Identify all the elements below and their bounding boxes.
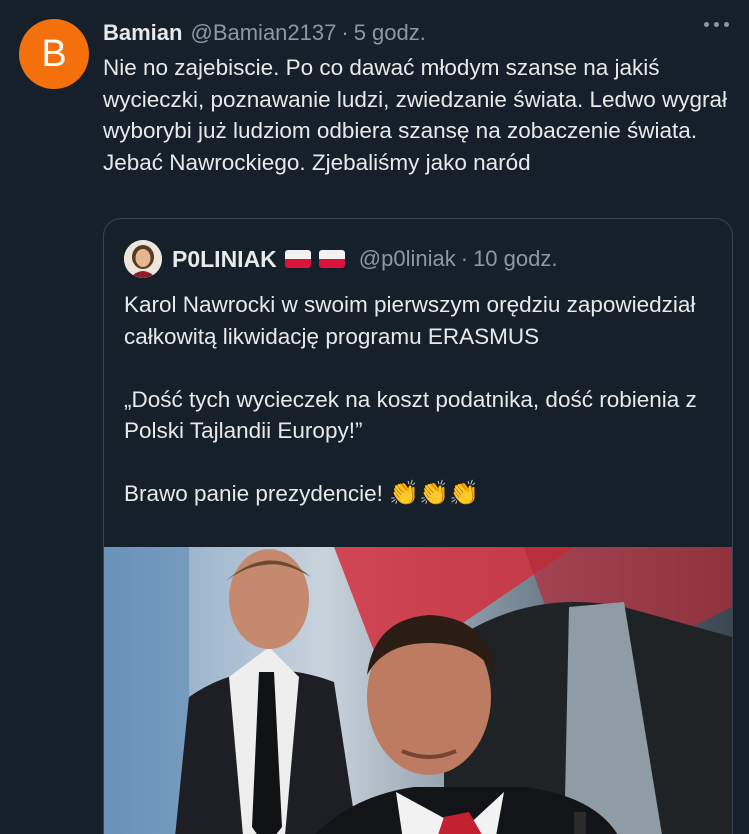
quoted-text-announcement: Karol Nawrocki w swoim pierwszym orędziu…: [124, 292, 702, 349]
quoted-display-name[interactable]: P0LINIAK: [172, 246, 277, 273]
quoted-user-handle[interactable]: @p0liniak: [359, 246, 456, 272]
clapping-hands-icon: 👏👏👏: [389, 480, 479, 507]
tweet-text: Nie no zajebiscie. Po co dawać młodym sz…: [103, 55, 734, 175]
tweet-header: Bamian @Bamian2137 · 5 godz.: [103, 18, 729, 48]
more-horizontal-icon[interactable]: [704, 22, 729, 27]
tweet[interactable]: B Bamian @Bamian2137 · 5 godz. Nie no za…: [0, 0, 749, 834]
poland-flag-icon: [284, 250, 311, 268]
quoted-tweet-photo[interactable]: [104, 547, 732, 834]
quoted-tweet-header: P0LINIAK @p0liniak · 10 godz.: [124, 240, 557, 278]
timestamp[interactable]: 5 godz.: [354, 20, 426, 46]
quoted-avatar: [124, 240, 162, 278]
user-handle[interactable]: @Bamian2137: [190, 20, 336, 46]
poland-flag-icon: [318, 250, 345, 268]
quoted-tweet[interactable]: P0LINIAK @p0liniak · 10 godz. Karol Nawr…: [103, 218, 733, 834]
avatar[interactable]: B: [19, 19, 89, 89]
separator-dot: ·: [460, 246, 469, 271]
separator-dot: ·: [341, 20, 349, 45]
quoted-timestamp[interactable]: 10 godz.: [473, 246, 557, 272]
display-name[interactable]: Bamian: [103, 20, 182, 46]
avatar-letter: B: [41, 32, 67, 75]
quoted-text-quote: „Dość tych wycieczek na koszt podatnika,…: [124, 386, 704, 444]
quoted-tweet-text: Karol Nawrocki w swoim pierwszym orędziu…: [124, 289, 714, 510]
quoted-text-final: Brawo panie prezydencie!: [124, 481, 383, 506]
